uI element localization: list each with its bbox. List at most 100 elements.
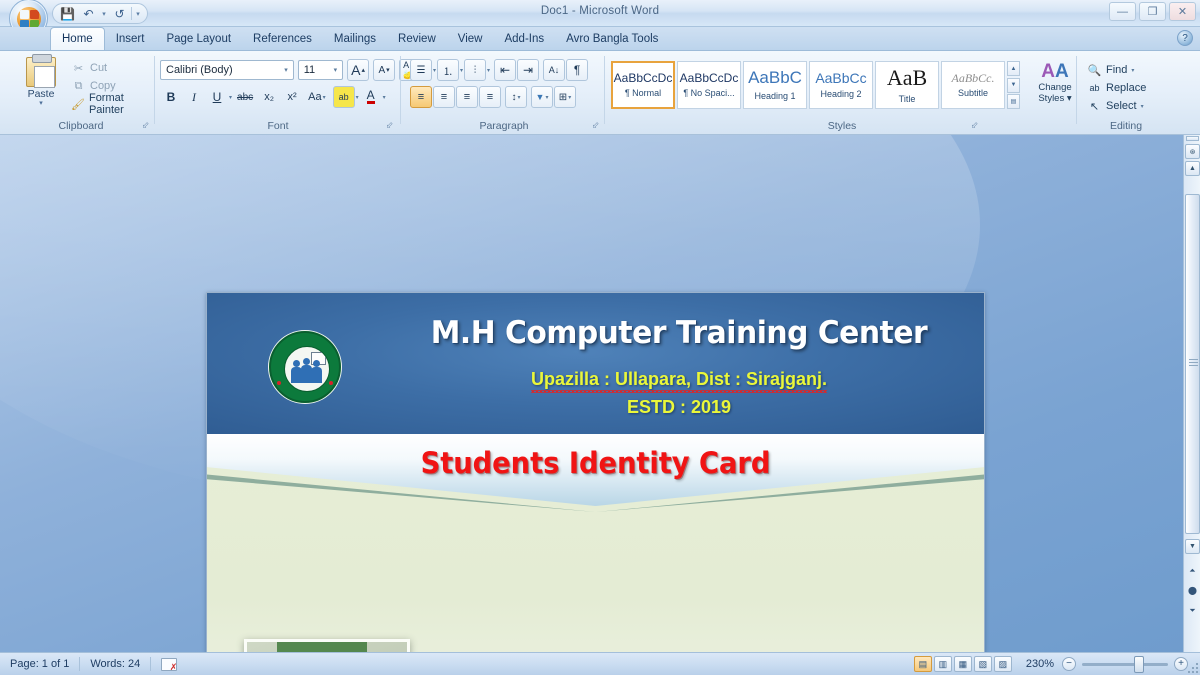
underline-button[interactable]: U (206, 86, 228, 108)
restore-button[interactable]: ❐ (1139, 2, 1166, 21)
borders-button[interactable]: ⊞ ▾ (554, 86, 576, 108)
bullets-dropdown-icon[interactable]: ▾ (433, 67, 436, 74)
bullets-button[interactable]: ☰ (410, 59, 432, 81)
close-button[interactable]: ✕ (1169, 2, 1196, 21)
style-heading-2[interactable]: AaBbCc Heading 2 (809, 61, 873, 109)
paragraph-dialog-launcher[interactable]: ⬃ (590, 120, 601, 131)
subscript-button[interactable]: x₂ (258, 86, 280, 108)
text-highlight-button[interactable]: ab (332, 86, 355, 108)
scroll-down-button[interactable]: ▼ (1185, 539, 1200, 554)
split-window-handle[interactable] (1186, 136, 1199, 141)
underline-dropdown-icon[interactable]: ▾ (229, 94, 232, 101)
sort-button[interactable]: A↓ (543, 59, 566, 81)
zoom-slider[interactable]: − + (1062, 655, 1200, 673)
justify-icon: ≡ (486, 91, 494, 103)
style-normal[interactable]: AaBbCcDc ¶ Normal (611, 61, 675, 109)
minimize-button[interactable]: — (1109, 2, 1136, 21)
format-painter-button[interactable]: 🖌 Format Painter (68, 92, 154, 116)
group-paragraph: ☰ ▾ ⒈ ▾ ⫶ ▾ ⇤ ⇥ A↓ ¶ ≡ ≡ ≡ ≡ ↕ ▾ ▼ ▾ ⊞ ▾ Pa… (404, 53, 604, 133)
zoom-out-button[interactable]: − (1062, 657, 1076, 671)
paste-dropdown-icon[interactable]: ▾ (39, 100, 43, 107)
scroll-up-button[interactable]: ▲ (1185, 161, 1200, 176)
tab-view[interactable]: View (447, 28, 494, 50)
select-browse-object-button[interactable]: ⬤ (1185, 583, 1200, 598)
multilevel-dropdown-icon[interactable]: ▾ (487, 67, 490, 74)
divider (400, 56, 401, 124)
change-case-button[interactable]: Aa ▾ (304, 86, 329, 108)
justify-button[interactable]: ≡ (479, 86, 501, 108)
view-draft-button[interactable]: ▨ (993, 656, 1012, 672)
zoom-level[interactable]: 230% (1018, 658, 1062, 670)
style-subtitle[interactable]: AaBbCc. Subtitle (941, 61, 1005, 109)
style-preview: AaBbCcDc (613, 70, 673, 85)
view-print-layout-button[interactable]: ▤ (913, 656, 932, 672)
scroll-up-extra-icon[interactable]: ⊛ (1185, 144, 1200, 159)
highlight-dropdown-icon[interactable]: ▾ (356, 94, 359, 101)
strikethrough-button[interactable]: abc (233, 86, 257, 108)
gallery-more-button[interactable]: ▤ (1007, 94, 1020, 109)
document-workspace[interactable]: M.H Computer Training Center Upazilla : … (0, 135, 1200, 652)
show-formatting-marks-button[interactable]: ¶ (566, 59, 589, 81)
help-icon[interactable]: ? (1177, 30, 1193, 46)
increase-indent-button[interactable]: ⇥ (517, 59, 540, 81)
resize-grip[interactable] (1186, 661, 1198, 673)
change-styles-button[interactable]: AA Change Styles ▾ (1028, 61, 1082, 113)
shading-button[interactable]: ▼ ▾ (531, 86, 553, 108)
scrollbar-thumb[interactable] (1185, 194, 1200, 534)
tab-avro-bangla-tools[interactable]: Avro Bangla Tools (555, 28, 669, 50)
style-title[interactable]: AaB Title (875, 61, 939, 109)
replace-button[interactable]: ab Replace (1084, 79, 1146, 97)
zoom-track[interactable] (1082, 655, 1168, 673)
gallery-scroll-down-button[interactable]: ▼ (1007, 77, 1020, 93)
grow-font-button[interactable]: A ▴ (347, 59, 370, 81)
style-no-spacing[interactable]: AaBbCcDc ¶ No Spaci... (677, 61, 741, 109)
bold-button[interactable]: B (160, 86, 182, 108)
font-color-label: A (366, 88, 375, 104)
tab-mailings[interactable]: Mailings (323, 28, 387, 50)
tab-insert[interactable]: Insert (105, 28, 156, 50)
zoom-thumb[interactable] (1134, 655, 1144, 673)
tab-references[interactable]: References (242, 28, 323, 50)
view-web-layout-button[interactable]: ▦ (953, 656, 972, 672)
font-dialog-launcher[interactable]: ⬃ (384, 120, 395, 131)
font-color-button[interactable]: A (360, 86, 382, 108)
gallery-scroll-up-button[interactable]: ▲ (1007, 61, 1020, 76)
view-full-screen-reading-button[interactable]: ▥ (933, 656, 952, 672)
style-name: ¶ Normal (624, 88, 662, 99)
align-left-button[interactable]: ≡ (410, 86, 432, 108)
previous-page-button[interactable]: ⏶ (1185, 563, 1200, 578)
tab-add-ins[interactable]: Add-Ins (493, 28, 555, 50)
line-spacing-button[interactable]: ↕ ▾ (505, 86, 527, 108)
shrink-font-button[interactable]: A ▾ (373, 59, 396, 81)
align-center-button[interactable]: ≡ (433, 86, 455, 108)
tab-review[interactable]: Review (387, 28, 447, 50)
find-button[interactable]: 🔍 Find ▾ (1084, 61, 1146, 79)
numbering-button[interactable]: ⒈ (437, 59, 460, 81)
next-page-button[interactable]: ⏷ (1185, 603, 1200, 618)
align-right-button[interactable]: ≡ (456, 86, 478, 108)
font-size-combo[interactable]: 11 ▾ (297, 60, 344, 80)
window-title: Doc1 - Microsoft Word (540, 5, 660, 17)
styles-dialog-launcher[interactable]: ⬃ (969, 120, 980, 131)
word-count[interactable]: Words: 24 (80, 656, 150, 672)
tab-home[interactable]: Home (50, 27, 105, 50)
tab-page-layout[interactable]: Page Layout (155, 28, 242, 50)
clipboard-dialog-launcher[interactable]: ⬃ (140, 120, 151, 131)
vertical-scrollbar[interactable]: ⊛ ▲ ▼ ⏶ ⬤ ⏷ (1183, 135, 1200, 652)
italic-button[interactable]: I (183, 86, 205, 108)
font-family-combo[interactable]: Calibri (Body) ▾ (160, 60, 294, 80)
card-body: Students Identity Card (207, 434, 984, 652)
paste-button[interactable]: Paste ▾ (18, 54, 64, 117)
style-heading-1[interactable]: AaBbC Heading 1 (743, 61, 807, 109)
word-window: 💾 ↶ ▾ ↺ ▾ Doc1 - Microsoft Word — ❐ ✕ Ho… (0, 0, 1200, 675)
page-indicator[interactable]: Page: 1 of 1 (0, 656, 79, 672)
superscript-button[interactable]: x² (281, 86, 303, 108)
multilevel-list-button[interactable]: ⫶ (464, 59, 487, 81)
decrease-indent-button[interactable]: ⇤ (494, 59, 517, 81)
numbering-dropdown-icon[interactable]: ▾ (460, 67, 463, 74)
view-outline-button[interactable]: ▧ (973, 656, 992, 672)
font-color-dropdown-icon[interactable]: ▾ (383, 94, 386, 101)
proofing-status[interactable] (151, 656, 187, 673)
select-button[interactable]: ↖ Select ▾ (1084, 97, 1146, 115)
cut-button[interactable]: ✂ Cut (68, 59, 154, 77)
